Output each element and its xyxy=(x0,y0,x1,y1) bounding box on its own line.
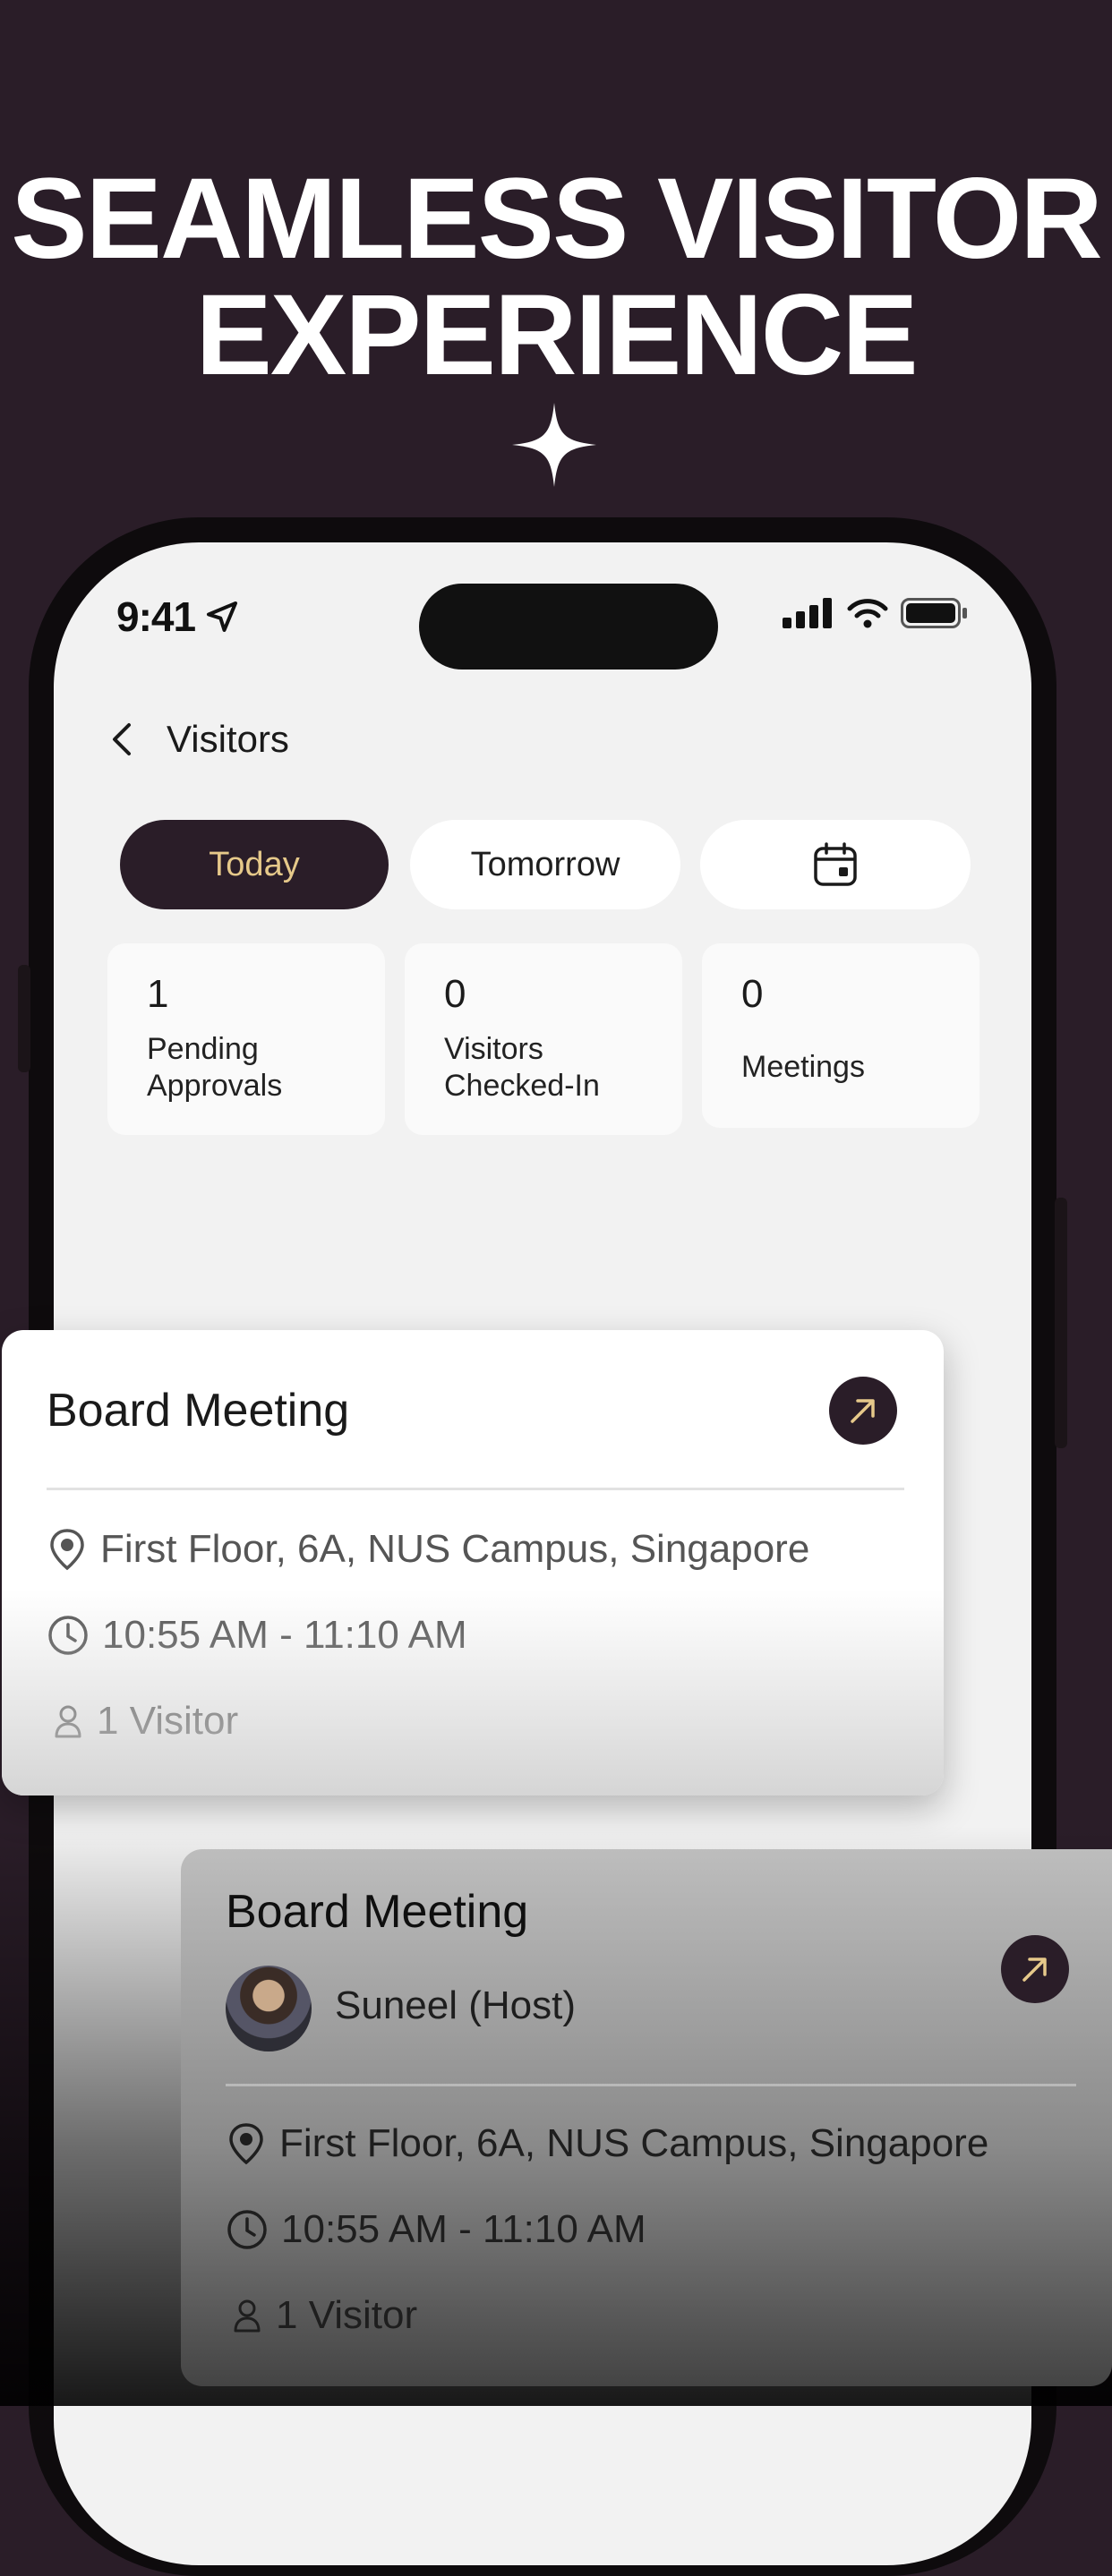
calendar-icon xyxy=(814,842,857,886)
clock-icon xyxy=(227,2210,267,2249)
person-icon xyxy=(234,2299,261,2333)
meeting-title: Board Meeting xyxy=(226,1886,529,1938)
location-pin-icon xyxy=(50,1529,84,1571)
dynamic-island xyxy=(419,584,718,670)
stat-label: Pending Approvals xyxy=(147,1032,283,1103)
status-time-text: 9:41 xyxy=(116,593,196,640)
meeting-card-host[interactable]: Board Meeting Suneel (Host) First Floor,… xyxy=(181,1849,1112,2386)
promo-headline: SEAMLESS VISITOR EXPERIENCE xyxy=(0,161,1112,394)
page-title: Visitors xyxy=(167,718,289,760)
stat-value: 0 xyxy=(741,972,764,1016)
tab-calendar[interactable] xyxy=(700,820,971,909)
wifi-icon xyxy=(847,599,888,628)
meeting-host: Suneel (Host) xyxy=(335,1983,577,2027)
location-pin-icon xyxy=(229,2123,263,2165)
clock-icon xyxy=(48,1616,88,1655)
arrow-up-right-icon xyxy=(851,1399,875,1423)
meeting-location: First Floor, 6A, NUS Campus, Singapore xyxy=(226,2121,988,2166)
stat-visitors-checked-in[interactable]: 0 Visitors Checked-In xyxy=(405,943,682,1135)
meeting-visitors: 1 Visitor xyxy=(231,2293,417,2338)
location-arrow-icon xyxy=(207,601,238,632)
card-divider xyxy=(226,2084,1076,2086)
card-divider xyxy=(47,1488,904,1490)
status-time: 9:41 xyxy=(116,593,240,641)
back-chevron-icon[interactable] xyxy=(107,720,136,759)
tab-tomorrow[interactable]: Tomorrow xyxy=(410,820,680,909)
stat-pending-approvals[interactable]: 1 Pending Approvals xyxy=(107,943,385,1135)
stat-value: 1 xyxy=(147,972,169,1016)
meeting-time: 10:55 AM - 11:10 AM xyxy=(226,2207,646,2252)
status-icons xyxy=(783,598,969,628)
stat-meetings[interactable]: 0 Meetings xyxy=(702,943,979,1128)
sparkle-icon xyxy=(512,403,596,487)
arrow-up-right-icon xyxy=(1022,1958,1047,1982)
signal-icon xyxy=(783,598,832,628)
battery-icon xyxy=(901,598,967,628)
headline-line-2: EXPERIENCE xyxy=(195,271,918,399)
open-meeting-button[interactable] xyxy=(1001,1935,1069,2003)
person-icon xyxy=(55,1705,81,1738)
stat-value: 0 xyxy=(444,972,466,1016)
tab-today[interactable]: Today xyxy=(120,820,389,909)
meeting-card[interactable]: Board Meeting First Floor, 6A, NUS Campu… xyxy=(2,1330,944,1796)
meeting-location: First Floor, 6A, NUS Campus, Singapore xyxy=(47,1527,809,1572)
open-meeting-button[interactable] xyxy=(829,1377,897,1445)
headline-line-1: SEAMLESS VISITOR xyxy=(11,155,1102,283)
meeting-visitors: 1 Visitor xyxy=(52,1699,238,1744)
host-avatar xyxy=(226,1966,312,2051)
stat-label: Meetings xyxy=(741,1050,865,1084)
meeting-title: Board Meeting xyxy=(47,1385,350,1437)
nav-bar: Visitors xyxy=(107,704,289,775)
stat-label: Visitors Checked-In xyxy=(444,1032,600,1103)
meeting-time: 10:55 AM - 11:10 AM xyxy=(47,1613,467,1658)
